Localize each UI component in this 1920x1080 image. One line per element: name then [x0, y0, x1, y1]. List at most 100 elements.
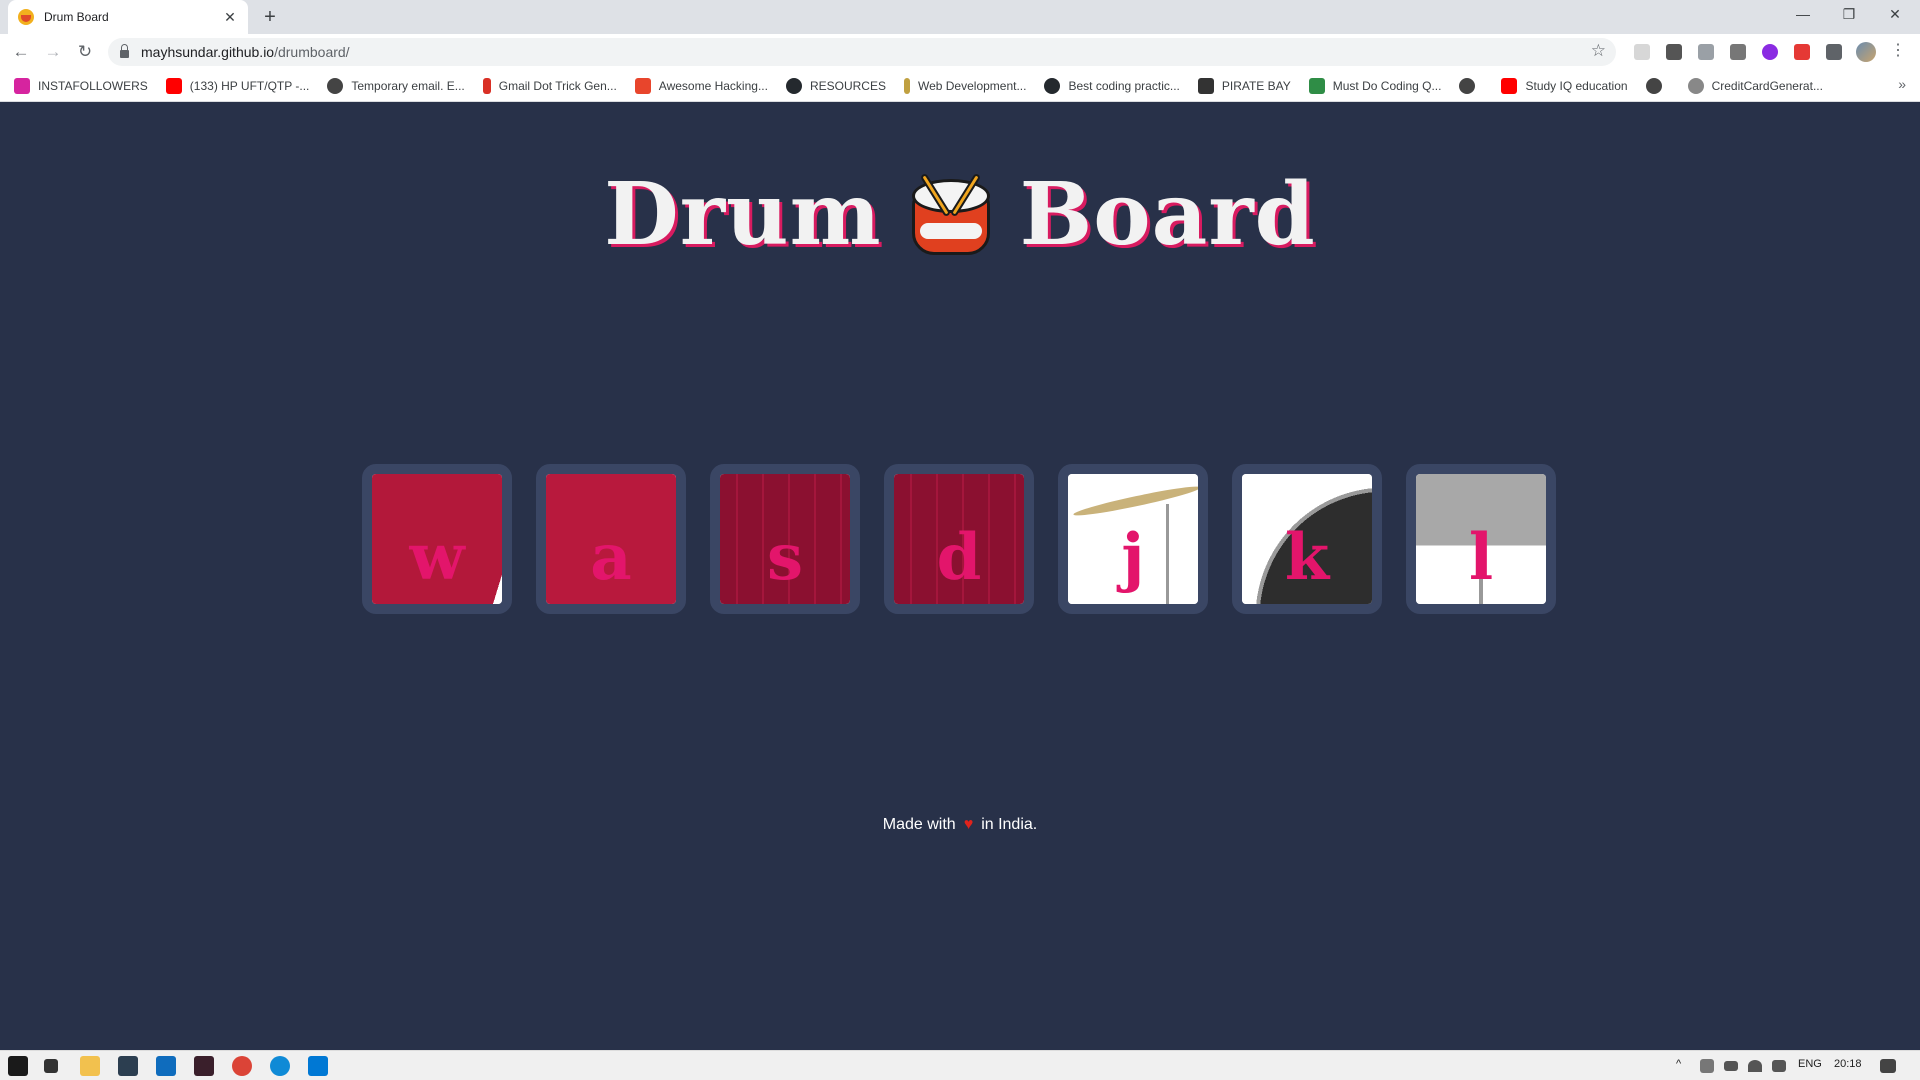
language-indicator[interactable]: ENG [1798, 1058, 1822, 1070]
tray-app-icon[interactable] [1700, 1059, 1714, 1073]
address-bar[interactable]: mayhsundar.github.io/drumboard/ ☆ [108, 38, 1616, 66]
minimize-button[interactable]: — [1780, 0, 1826, 28]
bookmark-item[interactable]: Web Development... [903, 77, 1027, 94]
store-icon[interactable] [118, 1056, 138, 1076]
drum-key-s[interactable]: s [710, 464, 860, 614]
bookmark-item[interactable] [1645, 77, 1670, 94]
bookmark-item[interactable]: Must Do Coding Q... [1308, 77, 1442, 94]
url-path: /drumboard/ [274, 44, 350, 60]
youtube-icon [1501, 77, 1518, 94]
bookmark-favicon-icon [1308, 77, 1325, 94]
bookmark-favicon-icon [482, 77, 491, 94]
edge-icon[interactable] [270, 1056, 290, 1076]
bookmark-favicon-icon [14, 77, 30, 94]
back-button[interactable]: ← [8, 39, 34, 65]
globe-icon [1459, 77, 1476, 94]
extensions-puzzle-icon[interactable] [1826, 44, 1842, 60]
clock[interactable]: 20:18 [1834, 1058, 1862, 1070]
bookmarks-bar: INSTAFOLLOWERS (133) HP UFT/QTP -... Tem… [0, 70, 1920, 102]
gear-icon [1687, 77, 1704, 94]
bookmark-item[interactable]: Awesome Hacking... [634, 77, 768, 94]
globe-icon [1645, 77, 1662, 94]
start-icon[interactable] [8, 1056, 28, 1076]
extension-icon[interactable] [1634, 44, 1650, 60]
bookmark-item[interactable]: Gmail Dot Trick Gen... [482, 77, 617, 94]
extension-icon[interactable] [1666, 44, 1682, 60]
bookmark-item[interactable] [1459, 77, 1483, 94]
bookmark-item[interactable]: INSTAFOLLOWERS [14, 77, 148, 94]
forward-button[interactable]: → [40, 39, 66, 65]
browser-menu-icon[interactable]: ⋮ [1890, 40, 1906, 60]
bookmark-star-icon[interactable]: ☆ [1591, 41, 1606, 61]
footer-text-start: Made with [882, 816, 956, 833]
bookmarks-overflow-icon[interactable]: » [1898, 76, 1906, 92]
extension-icon[interactable] [1762, 44, 1778, 60]
drum-key-l[interactable]: l [1406, 464, 1556, 614]
key-letter: k [1284, 520, 1330, 595]
heart-icon: ♥ [963, 816, 974, 833]
new-tab-button[interactable]: + [258, 5, 282, 29]
drum-key-d[interactable]: d [884, 464, 1034, 614]
bookmark-item[interactable]: PIRATE BAY [1197, 77, 1291, 94]
bookmark-item[interactable]: Best coding practic... [1044, 77, 1180, 94]
close-window-button[interactable]: ✕ [1872, 0, 1918, 28]
key-letter: w [409, 520, 465, 595]
extension-icon[interactable] [1698, 44, 1714, 60]
battery-icon[interactable] [1724, 1061, 1738, 1071]
footer-text-end: in India. [981, 816, 1038, 833]
key-letter: a [590, 520, 632, 595]
title-drum: Drum [604, 164, 882, 265]
bookmark-label: Temporary email. E... [351, 78, 465, 93]
bookmark-label: Must Do Coding Q... [1332, 78, 1442, 93]
url-host: mayhsundar.github.io [141, 44, 275, 60]
restore-button[interactable]: ❐ [1826, 0, 1872, 28]
bookmark-item[interactable]: (133) HP UFT/QTP -... [165, 77, 309, 94]
tray-chevron-icon[interactable]: ^ [1676, 1058, 1681, 1070]
extension-icon[interactable] [1794, 44, 1810, 60]
drum-key-w[interactable]: w [362, 464, 512, 614]
browser-toolbar: ← → ↻ mayhsundar.github.io/drumboard/ ☆ … [0, 34, 1920, 70]
mail-icon[interactable] [156, 1056, 176, 1076]
chrome-icon[interactable] [232, 1056, 252, 1076]
bookmark-favicon-icon [903, 77, 910, 94]
tab-close-icon[interactable]: ✕ [222, 9, 238, 26]
bookmark-label: Best coding practic... [1068, 78, 1180, 93]
footer: Made with ♥ in India. [0, 816, 1920, 834]
bookmark-label: INSTAFOLLOWERS [38, 78, 148, 93]
key-letter: l [1468, 520, 1494, 595]
drum-key-j[interactable]: j [1058, 464, 1208, 614]
app-icon[interactable] [194, 1056, 214, 1076]
profile-avatar[interactable] [1856, 42, 1876, 62]
bookmark-label: Study IQ education [1525, 78, 1628, 93]
file-explorer-icon[interactable] [80, 1056, 100, 1076]
bookmark-label: RESOURCES [809, 78, 886, 93]
task-view-icon[interactable] [44, 1059, 58, 1073]
bookmark-favicon-icon [1197, 77, 1214, 94]
bookmark-item[interactable]: Temporary email. E... [327, 77, 465, 94]
title-board: Board [1019, 164, 1316, 265]
wifi-icon[interactable] [1748, 1060, 1762, 1072]
notifications-icon[interactable] [1880, 1059, 1896, 1073]
bookmark-item[interactable]: Study IQ education [1501, 77, 1628, 94]
bookmark-item[interactable]: CreditCardGenerat... [1687, 77, 1823, 94]
page-title: Drum Board [0, 164, 1920, 265]
tab-strip: Drum Board ✕ + — ❐ ✕ [0, 0, 1920, 34]
bookmark-label: Web Development... [917, 78, 1027, 93]
tab-title: Drum Board [44, 10, 109, 24]
bookmark-label: CreditCardGenerat... [1711, 78, 1823, 93]
reload-button[interactable]: ↻ [72, 39, 98, 65]
extension-icon[interactable] [1730, 44, 1746, 60]
drum-key-k[interactable]: k [1232, 464, 1382, 614]
drum-emoji-icon [908, 171, 994, 259]
bookmark-favicon-icon [327, 77, 344, 94]
bookmark-label: Gmail Dot Trick Gen... [498, 78, 617, 93]
drum-favicon-icon [18, 9, 34, 25]
key-letter: j [1121, 520, 1145, 595]
drum-key-a[interactable]: a [536, 464, 686, 614]
key-letter: s [766, 520, 804, 595]
browser-tab[interactable]: Drum Board ✕ [8, 0, 248, 34]
vscode-icon[interactable] [308, 1056, 328, 1076]
bookmark-item[interactable]: RESOURCES [785, 77, 886, 94]
bookmark-label: PIRATE BAY [1221, 78, 1291, 93]
volume-icon[interactable] [1772, 1060, 1786, 1072]
